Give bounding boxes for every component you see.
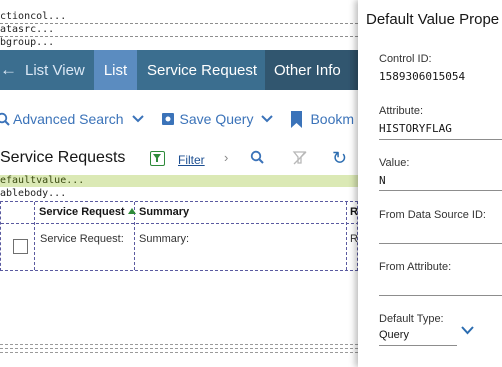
- control-id-value: 1589306015054: [379, 70, 466, 83]
- column-header-label: Service Request: [39, 206, 125, 218]
- debug-text-actioncol: ctioncol...: [0, 11, 67, 22]
- column-divider: [34, 202, 35, 270]
- bottom-divider: [0, 352, 358, 353]
- default-type-underline: [379, 345, 457, 346]
- column-divider: [346, 202, 347, 270]
- value-label: Value:: [379, 157, 410, 169]
- bookmarks-label: Bookm: [310, 111, 355, 127]
- chevron-down-icon[interactable]: [131, 115, 144, 123]
- tab-other-info[interactable]: Other Info: [265, 50, 350, 90]
- debug-text-datasrc: atasrc...: [0, 24, 55, 35]
- column-header-service-request[interactable]: Service Request: [39, 206, 136, 218]
- control-id-label: Control ID:: [379, 53, 432, 65]
- tab-service-request[interactable]: Service Request: [137, 50, 265, 90]
- debug-text-defaultvalue: efaultvalue...: [0, 175, 85, 186]
- advanced-search-label: Advanced Search: [13, 111, 124, 127]
- save-query-icon: [161, 113, 174, 125]
- tab-list[interactable]: List: [94, 50, 137, 90]
- from-attribute-label: From Attribute:: [379, 261, 452, 273]
- value-field-underline: [379, 190, 502, 191]
- toolbar: Advanced Search Save Query Bookm: [0, 104, 358, 134]
- from-data-source-id-underline: [379, 243, 502, 244]
- cell-truncated: R: [350, 233, 358, 245]
- nav-filler: [350, 50, 358, 90]
- default-type-label: Default Type:: [379, 313, 444, 325]
- column-header-label: Summary: [139, 206, 190, 218]
- debug-text-tabgroup: bgroup...: [0, 37, 55, 48]
- attribute-label: Attribute:: [379, 105, 424, 117]
- cell-service-request: Service Request:: [40, 233, 124, 245]
- tab-other-info-label: Other Info: [274, 61, 341, 79]
- column-header-summary[interactable]: Summary: [139, 206, 189, 218]
- bookmark-icon: [291, 110, 303, 128]
- back-arrow-icon: ←: [0, 60, 17, 79]
- refresh-icon[interactable]: ↻: [332, 148, 347, 169]
- search-icon[interactable]: [250, 150, 264, 164]
- search-icon: [0, 112, 10, 126]
- advanced-search-button[interactable]: Advanced Search: [0, 111, 144, 127]
- tab-service-request-label: Service Request: [147, 61, 258, 79]
- clear-filter-icon[interactable]: [292, 150, 308, 166]
- row-select-checkbox[interactable]: [13, 239, 28, 254]
- chevron-down-icon[interactable]: [261, 115, 274, 123]
- filter-icon[interactable]: [150, 151, 165, 166]
- from-data-source-id-label: From Data Source ID:: [379, 209, 486, 221]
- value-field[interactable]: N: [379, 174, 386, 187]
- section-title: Service Requests: [0, 149, 126, 166]
- cell-summary: Summary:: [139, 233, 190, 245]
- bottom-divider: [0, 348, 358, 349]
- panel-title: Default Value Prope: [366, 11, 500, 28]
- column-header-truncated[interactable]: R: [350, 206, 358, 218]
- bottom-divider: [0, 344, 358, 345]
- results-table: Service Request Summary R Service Reques…: [0, 201, 359, 271]
- attribute-field[interactable]: HISTORYFLAG: [379, 122, 452, 135]
- sort-ascending-icon[interactable]: [127, 208, 136, 214]
- column-header-label: R: [350, 206, 358, 218]
- save-query-label: Save Query: [179, 111, 254, 127]
- from-attribute-underline: [379, 295, 502, 296]
- tab-list-label: List: [103, 61, 128, 79]
- filter-link[interactable]: Filter: [178, 153, 205, 167]
- tab-list-view[interactable]: ← List View: [0, 50, 94, 90]
- tab-list-view-label: List View: [25, 61, 85, 79]
- chevron-down-icon[interactable]: [461, 326, 474, 335]
- default-value-properties-panel: Default Value Prope Control ID: 15893060…: [358, 0, 502, 367]
- bookmarks-button[interactable]: Bookm: [291, 110, 355, 128]
- debug-text-tablebody: ablebody...: [0, 188, 67, 199]
- chevron-right-icon[interactable]: ›: [224, 150, 228, 165]
- tab-navbar: ← List View List Service Request Other I…: [0, 50, 358, 90]
- default-type-select[interactable]: Query: [379, 329, 409, 341]
- save-query-button[interactable]: Save Query: [161, 111, 274, 127]
- attribute-field-underline: [379, 139, 502, 140]
